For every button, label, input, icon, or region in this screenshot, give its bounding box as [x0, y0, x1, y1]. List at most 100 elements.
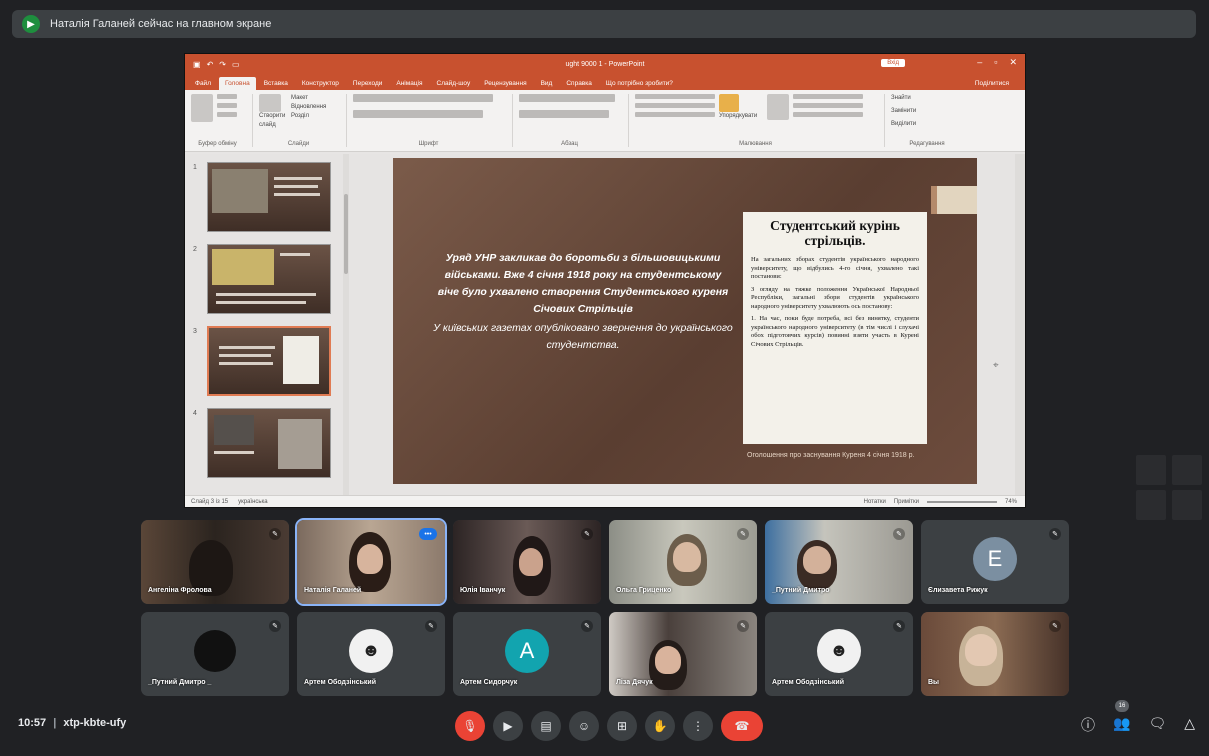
participant-tile-speaking[interactable]: ••• Наталія Галаней — [295, 518, 447, 606]
participant-tile[interactable]: ✎ Юлія Іванчук — [453, 520, 601, 604]
participant-name: Наталія Галаней — [304, 587, 362, 594]
tab-file[interactable]: Файл — [189, 77, 217, 90]
replace-button[interactable]: Замінити — [891, 107, 916, 116]
people-icon[interactable]: 👥 — [1113, 715, 1130, 735]
slide-paragraph-1: Уряд УНР закликав до боротьби з більшови… — [437, 252, 729, 315]
activities-icon[interactable]: △ — [1184, 715, 1195, 735]
tab-review[interactable]: Рецензування — [478, 77, 532, 90]
participant-tile[interactable]: ☻ ✎ Артем Ободзінський — [765, 612, 913, 696]
meet-window: ▶ Наталія Галаней сейчас на главном экра… — [0, 0, 1209, 756]
slide-thumbnail[interactable] — [207, 244, 331, 314]
thumbnail-row[interactable]: 3 — [189, 326, 339, 396]
find-button[interactable]: Знайти — [891, 94, 911, 103]
chat-icon[interactable]: 🗨 — [1148, 715, 1166, 735]
participant-tile[interactable]: A ✎ Артем Сидорчук — [453, 612, 601, 696]
thumbnail-row[interactable]: 1 — [189, 162, 339, 232]
participant-tile[interactable]: ✎ _Путний Дмитро — [765, 520, 913, 604]
emoji-icon[interactable]: ☺ — [569, 711, 599, 741]
arrange-button[interactable]: Упорядкувати — [719, 112, 763, 121]
presentation-banner: ▶ Наталія Галаней сейчас на главном экра… — [12, 10, 1196, 38]
paste-icon[interactable] — [191, 94, 213, 122]
participant-tile[interactable]: ✎ Ангеліна Фролова — [141, 520, 289, 604]
zoom-level[interactable]: 74% — [1005, 499, 1017, 505]
tab-slideshow[interactable]: Слайд-шоу — [431, 77, 477, 90]
participant-name: Артем Ободзінський — [304, 679, 377, 686]
more-options-icon[interactable]: ⋮ — [683, 711, 713, 741]
clipping-caption: Оголошення про заснування Куреня 4 січня… — [747, 452, 915, 459]
captions-icon[interactable]: ▤ — [531, 711, 561, 741]
mic-off-icon: ✎ — [269, 528, 281, 540]
avatar: Е — [973, 536, 1017, 581]
zoom-slider[interactable] — [926, 500, 997, 503]
tab-help[interactable]: Справка — [560, 77, 598, 90]
participant-count-badge: 16 — [1115, 700, 1129, 712]
slide-thumbnails: 1 2 3 4 — [189, 154, 339, 495]
tab-design[interactable]: Конструктор — [296, 77, 345, 90]
arrange-icon[interactable] — [719, 94, 739, 112]
quick-styles-icon[interactable] — [767, 94, 789, 120]
participant-tile-self[interactable]: ✎ Вы — [921, 612, 1069, 696]
select-button[interactable]: Виділити — [891, 120, 916, 129]
mic-off-icon: ✎ — [1049, 528, 1061, 540]
layout-button[interactable]: Макет — [291, 94, 326, 103]
newspaper-headline: Студентський курінь стрільців. — [770, 218, 900, 248]
thumb-number: 1 — [193, 164, 197, 171]
raise-hand-icon[interactable]: ✋ — [645, 711, 675, 741]
participant-tile[interactable]: ✎ _Путний Дмитро _ — [141, 612, 289, 696]
tell-me-search[interactable]: Що потрібно зробити? — [600, 77, 679, 90]
clock-time: 10:57 — [18, 717, 47, 729]
participant-tile[interactable]: ✎ Ольга Гриценко — [609, 520, 757, 604]
meeting-code: xtp-kbte-ufy — [63, 717, 127, 729]
participant-name: Ольга Гриценко — [616, 587, 672, 594]
slide-thumbnail-selected[interactable] — [207, 326, 331, 396]
new-slide-button[interactable]: Створити слайд — [259, 112, 287, 130]
signin-button[interactable]: Вхід — [881, 59, 905, 67]
status-language[interactable]: українська — [238, 499, 268, 505]
slide-thumbnail[interactable] — [207, 162, 331, 232]
leave-call-icon[interactable]: ☎ — [721, 711, 763, 741]
group-font: Шрифт — [353, 94, 513, 147]
participant-tile[interactable]: ✎ Ліза Дячук — [609, 612, 757, 696]
ppt-statusbar: Слайд 3 із 15 українська Нотатки Примітк… — [185, 495, 1025, 507]
group-label: Шрифт — [418, 141, 439, 147]
tab-home[interactable]: Головна — [218, 77, 256, 90]
thumbnail-row[interactable]: 2 — [189, 244, 339, 314]
newspaper-body-3: 1. На час, поки буде потреба, всі без ви… — [751, 315, 919, 348]
slide-thumbnail[interactable] — [207, 408, 331, 478]
present-screen-icon[interactable]: ⊞ — [607, 711, 637, 741]
participant-name: Юлія Іванчук — [460, 587, 506, 594]
ppt-workspace: 1 2 3 4 Уряд УНР закликав до боротьби з … — [185, 154, 1025, 495]
participant-tile[interactable]: Е ✎ Єлизавета Рижук — [921, 520, 1069, 604]
thumbnail-scrollbar[interactable] — [343, 154, 349, 495]
new-slide-icon[interactable] — [259, 94, 281, 112]
minimize-icon[interactable]: – — [977, 57, 982, 68]
meeting-info: 10:57 | xtp-kbte-ufy — [18, 717, 126, 729]
reset-button[interactable]: Відновлення — [291, 103, 326, 112]
tab-transitions[interactable]: Переходи — [347, 77, 388, 90]
comments-button[interactable]: Примітки — [894, 499, 919, 505]
thumbnail-row[interactable]: 4 — [189, 408, 339, 478]
participant-name: _Путний Дмитро _ — [148, 679, 212, 686]
banner-text: Наталія Галаней сейчас на главном экране — [50, 18, 272, 30]
section-button[interactable]: Розділ — [291, 112, 326, 121]
maximize-icon[interactable]: ▫ — [994, 57, 997, 68]
tab-insert[interactable]: Вставка — [258, 77, 294, 90]
info-icon[interactable]: ⓘ — [1081, 715, 1095, 735]
close-icon[interactable]: ✕ — [1009, 57, 1017, 68]
participant-name: Артем Ободзінський — [772, 679, 845, 686]
mic-off-icon: ✎ — [737, 528, 749, 540]
current-slide[interactable]: Уряд УНР закликав до боротьби з більшови… — [393, 158, 977, 484]
tab-view[interactable]: Вид — [535, 77, 559, 90]
notes-button[interactable]: Нотатки — [864, 499, 886, 505]
speaking-indicator-icon: ••• — [419, 528, 437, 540]
slide-text-box[interactable]: Уряд УНР закликав до боротьби з більшови… — [433, 250, 733, 356]
participant-tile[interactable]: ☻ ✎ Артем Ободзінський — [297, 612, 445, 696]
tab-animations[interactable]: Анімація — [390, 77, 428, 90]
mic-toggle-icon[interactable]: 🎙 — [455, 711, 485, 741]
thumb-number: 2 — [193, 246, 197, 253]
share-button[interactable]: Поділитися — [969, 77, 1015, 90]
participant-name: _Путний Дмитро — [772, 587, 830, 594]
slide-scrollbar[interactable] — [1015, 154, 1025, 495]
camera-toggle-icon[interactable]: ▶ — [493, 711, 523, 741]
mic-off-icon: ✎ — [1049, 620, 1061, 632]
